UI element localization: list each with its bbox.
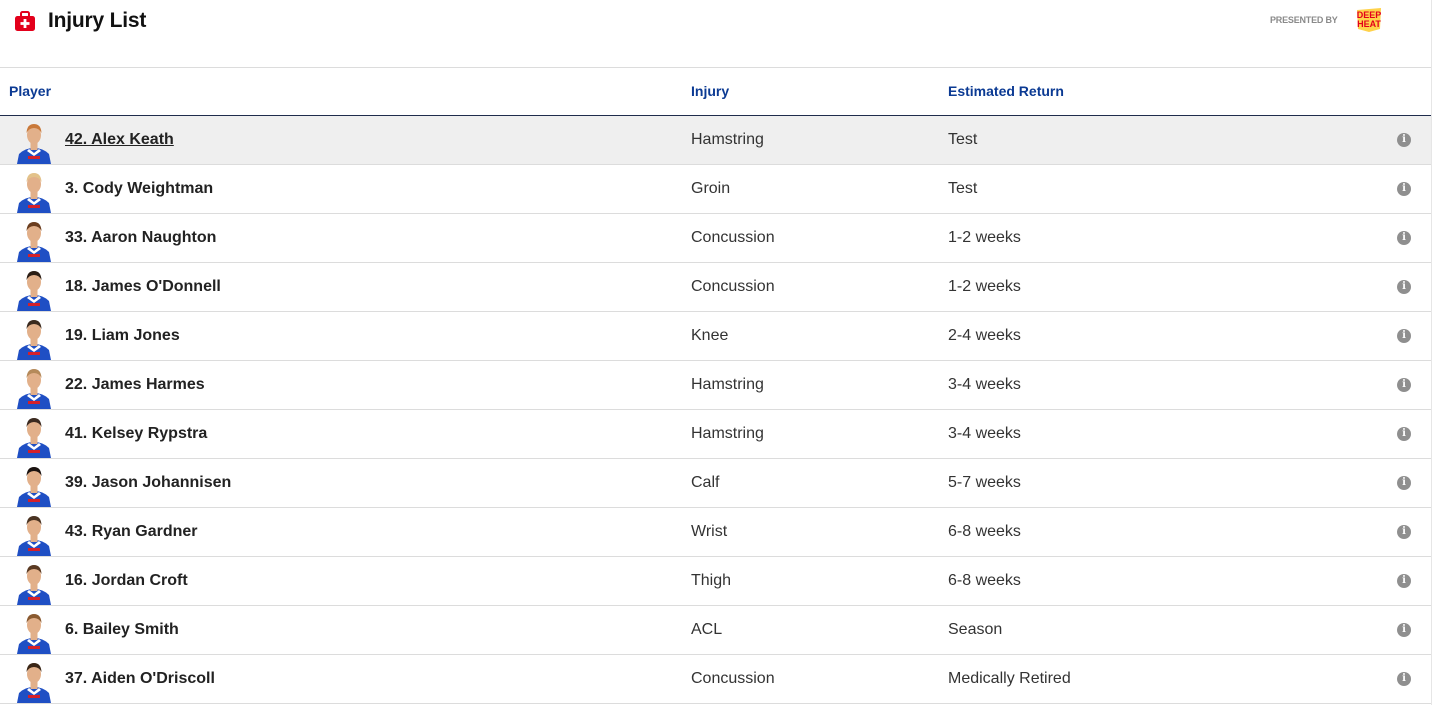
injury-type: Wrist [691,523,728,540]
estimated-return: Test [948,131,978,148]
info-icon[interactable]: i [1397,378,1411,392]
player-name-link[interactable]: 18. James O'Donnell [65,278,221,296]
injury-type: Hamstring [691,425,764,442]
estimated-return: 1-2 weeks [948,278,1021,295]
table-row[interactable]: 19. Liam Jones Knee 2-4 weeks i [0,312,1431,361]
column-header-injury: Injury [691,83,730,99]
injury-type: Calf [691,474,720,491]
info-icon[interactable]: i [1397,133,1411,147]
injury-type: Knee [691,327,729,344]
injury-type: Concussion [691,278,775,295]
estimated-return: 3-4 weeks [948,425,1021,442]
table-row[interactable]: 18. James O'Donnell Concussion 1-2 weeks i [0,263,1431,312]
estimated-return: 2-4 weeks [948,327,1021,344]
column-header-player: Player [9,83,52,99]
injury-type: Hamstring [691,131,764,148]
table-row[interactable]: 39. Jason Johannisen Calf 5-7 weeks i [0,459,1431,508]
estimated-return: Medically Retired [948,670,1071,687]
player-name-link[interactable]: 3. Cody Weightman [65,180,213,198]
estimated-return: 5-7 weeks [948,474,1021,491]
estimated-return: Season [948,621,1003,638]
info-icon[interactable]: i [1397,427,1411,441]
player-avatar [17,173,51,213]
injury-list-header: Injury List PRESENTED BY DEEP HEAT [0,0,1431,68]
estimated-return: 6-8 weeks [948,523,1021,540]
player-name-link[interactable]: 16. Jordan Croft [65,572,188,590]
player-avatar [17,565,51,605]
injury-list-page: Injury List PRESENTED BY DEEP HEAT Playe… [0,0,1431,705]
injury-type: Hamstring [691,376,764,393]
estimated-return: 6-8 weeks [948,572,1021,589]
player-name-link[interactable]: 19. Liam Jones [65,327,180,345]
table-row[interactable]: 6. Bailey Smith ACL Season i [0,606,1431,655]
player-avatar [17,516,51,556]
player-name-link[interactable]: 37. Aiden O'Driscoll [65,670,215,688]
injury-type: Concussion [691,670,775,687]
player-avatar [17,467,51,507]
table-row[interactable]: 42. Alex Keath Hamstring Test i [0,116,1431,165]
table-row[interactable]: 16. Jordan Croft Thigh 6-8 weeks i [0,557,1431,606]
info-icon[interactable]: i [1397,672,1411,686]
table-row[interactable]: 3. Cody Weightman Groin Test i [0,165,1431,214]
player-avatar [17,320,51,360]
player-avatar [17,271,51,311]
player-name-link[interactable]: 42. Alex Keath [65,131,174,149]
player-avatar [17,124,51,164]
sponsor-logo[interactable]: DEEP HEAT [1354,7,1384,33]
injury-type: Groin [691,180,731,197]
player-avatar [17,418,51,458]
table-row[interactable]: 22. James Harmes Hamstring 3-4 weeks i [0,361,1431,410]
player-avatar [17,222,51,262]
table-row[interactable]: 37. Aiden O'Driscoll Concussion Medically … [0,655,1431,704]
estimated-return: Test [948,180,978,197]
estimated-return: 3-4 weeks [948,376,1021,393]
info-icon[interactable]: i [1397,525,1411,539]
player-avatar [17,614,51,654]
player-name-link[interactable]: 39. Jason Johannisen [65,474,231,492]
injury-type: Concussion [691,229,775,246]
info-icon[interactable]: i [1397,574,1411,588]
player-avatar [17,369,51,409]
column-header-estimated-return: Estimated Return [948,83,1064,99]
player-name-link[interactable]: 33. Aaron Naughton [65,229,216,247]
player-name-link[interactable]: 22. James Harmes [65,376,205,394]
first-aid-kit-icon [15,11,35,31]
table-header: Player Injury Estimated Return [0,68,1431,116]
presented-by-label: PRESENTED BY [1270,15,1338,25]
sponsor-logo-line2: HEAT [1357,19,1381,29]
estimated-return: 1-2 weeks [948,229,1021,246]
table-row[interactable]: 43. Ryan Gardner Wrist 6-8 weeks i [0,508,1431,557]
page-title: Injury List [48,9,147,32]
injury-type: ACL [691,621,723,638]
player-avatar [17,663,51,703]
player-name-link[interactable]: 43. Ryan Gardner [65,523,198,541]
injury-type: Thigh [691,572,732,589]
page-scrollbar[interactable] [1431,0,1453,705]
info-icon[interactable]: i [1397,476,1411,490]
info-icon[interactable]: i [1397,182,1411,196]
player-name-link[interactable]: 6. Bailey Smith [65,621,179,639]
info-icon[interactable]: i [1397,231,1411,245]
info-icon[interactable]: i [1397,329,1411,343]
table-row[interactable]: 41. Kelsey Rypstra Hamstring 3-4 weeks i [0,410,1431,459]
injury-table-body: 42. Alex Keath Hamstring Test i 3. Cody Weig… [0,116,1431,704]
table-row[interactable]: 33. Aaron Naughton Concussion 1-2 weeks i [0,214,1431,263]
player-name-link[interactable]: 41. Kelsey Rypstra [65,425,207,443]
info-icon[interactable]: i [1397,623,1411,637]
info-icon[interactable]: i [1397,280,1411,294]
